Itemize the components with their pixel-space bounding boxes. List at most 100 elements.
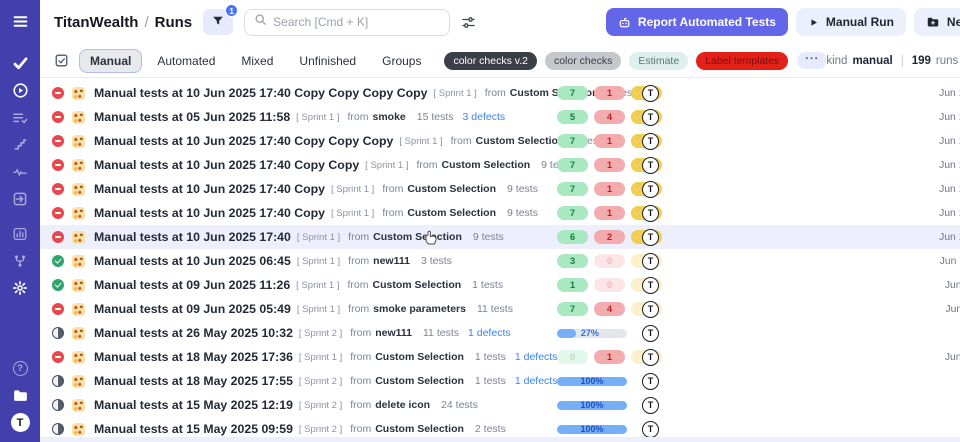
assignee-avatar[interactable]: T (642, 421, 659, 438)
count-pill-green: 7 (557, 206, 588, 220)
run-emoji-icon (72, 279, 85, 292)
assignee-avatar[interactable]: T (642, 109, 659, 126)
tags-more-button[interactable]: ··· (798, 52, 826, 69)
defects-link[interactable]: 3 defects (463, 111, 506, 123)
progress-label: 100% (580, 400, 603, 411)
status-failed-icon (52, 159, 64, 171)
run-row[interactable]: Manual tests at 10 Jun 2025 17:40[ Sprin… (40, 225, 960, 249)
project-name[interactable]: TitanWealth (54, 14, 138, 31)
assignee-avatar[interactable]: T (642, 397, 659, 414)
from-label: from (416, 159, 437, 171)
check-icon[interactable] (0, 50, 40, 77)
run-row[interactable]: Manual tests at 10 Jun 2025 17:40 Copy [ … (40, 177, 960, 201)
defects-link[interactable]: 1 defects (515, 351, 558, 363)
gear-icon[interactable] (0, 274, 40, 301)
tag-estimate[interactable]: Estimate (629, 52, 688, 70)
filter-button[interactable]: 1 (203, 9, 233, 35)
bar-chart-icon[interactable] (0, 220, 40, 247)
run-row[interactable]: Manual tests at 10 Jun 2025 17:40 Copy C… (40, 129, 960, 153)
import-box-icon[interactable] (0, 185, 40, 212)
run-sprint: [ Sprint 1 ] (297, 304, 340, 315)
progress-bar: 27% (557, 329, 627, 338)
defects-link[interactable]: 1 defects (515, 375, 558, 387)
assignee-avatar[interactable]: T (642, 373, 659, 390)
run-date: Jun 10, 2025 9:50 PM (939, 88, 960, 99)
run-row[interactable]: Manual tests at 18 May 2025 17:36[ Sprin… (40, 345, 960, 369)
run-sprint: [ Sprint 1 ] (296, 112, 339, 123)
run-row[interactable]: Manual tests at 10 Jun 2025 17:40 Copy[ … (40, 201, 960, 225)
steps-icon[interactable] (0, 131, 40, 158)
report-automated-tests-button[interactable]: Report Automated Tests (606, 8, 788, 36)
tag-color-checks[interactable]: color checks (545, 52, 621, 70)
menu-icon[interactable] (0, 8, 40, 34)
run-title[interactable]: Manual tests at 05 Jun 2025 11:58 (94, 110, 290, 124)
manual-run-button[interactable]: Manual Run (796, 8, 906, 36)
assignee-avatar[interactable]: T (642, 85, 659, 102)
run-row[interactable]: Manual tests at 18 May 2025 17:55[ Sprin… (40, 369, 960, 393)
branch-icon[interactable] (0, 247, 40, 274)
run-title[interactable]: Manual tests at 10 Jun 2025 17:40 Copy C… (94, 134, 393, 148)
help-icon[interactable]: ? (0, 355, 40, 382)
run-title[interactable]: Manual tests at 10 Jun 2025 06:45 (94, 254, 291, 268)
tests-count: 3 tests (421, 255, 452, 267)
run-row[interactable]: Manual tests at 26 May 2025 10:32[ Sprin… (40, 321, 960, 345)
tab-unfinished[interactable]: Unfinished (288, 49, 367, 73)
count-pill-green: 7 (557, 158, 588, 172)
assignee-avatar[interactable]: T (642, 349, 659, 366)
next-row-partial (40, 437, 960, 442)
assignee-avatar[interactable]: T (642, 181, 659, 198)
activity-icon[interactable] (0, 158, 40, 185)
select-runs-icon[interactable] (54, 53, 69, 68)
run-title[interactable]: Manual tests at 15 May 2025 09:59 (94, 422, 293, 436)
search-box[interactable] (244, 9, 450, 36)
run-title[interactable]: Manual tests at 10 Jun 2025 17:40 Copy C… (94, 86, 427, 100)
sliders-icon[interactable] (461, 15, 476, 30)
status-failed-icon (52, 111, 64, 123)
new-group-button[interactable]: New Group (914, 8, 960, 36)
assignee-avatar[interactable]: T (642, 133, 659, 150)
assignee-avatar[interactable]: T (642, 325, 659, 342)
run-row[interactable]: Manual tests at 09 Jun 2025 05:49 [ Sprin… (40, 297, 960, 321)
run-title[interactable]: Manual tests at 09 Jun 2025 05:49 (94, 302, 291, 316)
tab-mixed[interactable]: Mixed (230, 49, 284, 73)
run-title[interactable]: Manual tests at 18 May 2025 17:36 (94, 350, 293, 364)
count-pill-red: 1 (594, 86, 625, 100)
assignee-avatar[interactable]: T (642, 253, 659, 270)
tag-color-checks-v-2[interactable]: color checks v.2 (444, 52, 537, 70)
run-row[interactable]: Manual tests at 05 Jun 2025 11:58 [ Sprin… (40, 105, 960, 129)
tests-count: 24 tests (441, 399, 478, 411)
from-value: new111 (375, 327, 412, 339)
run-row[interactable]: Manual tests at 15 May 2025 12:19[ Sprin… (40, 393, 960, 417)
run-row[interactable]: Manual tests at 09 Jun 2025 11:26[ Sprin… (40, 273, 960, 297)
folder-icon[interactable] (0, 382, 40, 409)
run-title[interactable]: Manual tests at 10 Jun 2025 17:40 Copy (94, 206, 325, 220)
assignee-avatar[interactable]: T (642, 229, 659, 246)
assignee-avatar[interactable]: T (642, 277, 659, 294)
run-title[interactable]: Manual tests at 09 Jun 2025 11:26 (94, 278, 290, 292)
run-title[interactable]: Manual tests at 10 Jun 2025 17:40 Copy C… (94, 158, 359, 172)
run-title[interactable]: Manual tests at 18 May 2025 17:55 (94, 374, 293, 388)
run-title[interactable]: Manual tests at 10 Jun 2025 17:40 Copy (94, 182, 325, 196)
assignee-avatar[interactable]: T (642, 301, 659, 318)
run-title[interactable]: Manual tests at 26 May 2025 10:32 (94, 326, 293, 340)
from-value: new111 (373, 255, 410, 267)
logo-t[interactable]: T (0, 409, 40, 436)
run-sprint: [ Sprint 1 ] (331, 184, 374, 195)
run-row[interactable]: Manual tests at 10 Jun 2025 17:40 Copy C… (40, 153, 960, 177)
assignee-avatar[interactable]: T (642, 205, 659, 222)
tab-groups[interactable]: Groups (371, 49, 432, 73)
run-title[interactable]: Manual tests at 15 May 2025 12:19 (94, 398, 293, 412)
list-check-icon[interactable] (0, 104, 40, 131)
tab-automated[interactable]: Automated (146, 49, 226, 73)
tab-manual[interactable]: Manual (79, 49, 142, 73)
assignee-avatar[interactable]: T (642, 157, 659, 174)
run-row[interactable]: Manual tests at 10 Jun 2025 06:45[ Sprin… (40, 249, 960, 273)
run-title[interactable]: Manual tests at 10 Jun 2025 17:40 (94, 230, 291, 244)
search-input[interactable] (273, 15, 440, 29)
count-pill-green: 3 (557, 254, 588, 268)
tag-label-templates[interactable]: Label templates (696, 52, 788, 70)
play-circle-icon[interactable] (0, 77, 40, 104)
status-in-progress-icon (52, 423, 64, 435)
defects-link[interactable]: 1 defects (468, 327, 511, 339)
run-row[interactable]: Manual tests at 10 Jun 2025 17:40 Copy C… (40, 81, 960, 105)
